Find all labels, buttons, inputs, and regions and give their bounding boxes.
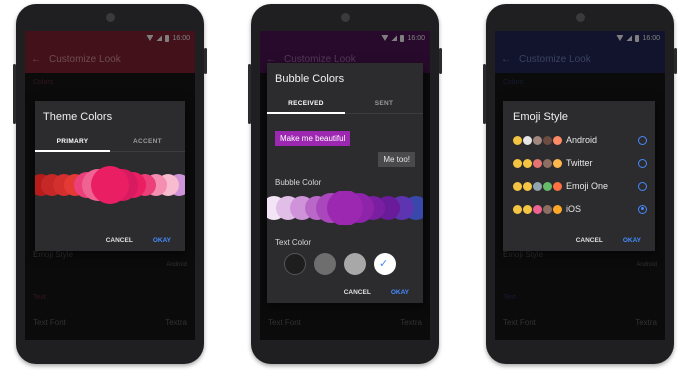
received-message-bubble: Make me beautiful xyxy=(275,131,351,146)
color-swatch[interactable] xyxy=(91,166,129,204)
theme-tabs: PRIMARY ACCENT xyxy=(35,132,185,152)
bubble-tabs: RECEIVED SENT xyxy=(267,94,423,114)
power-button xyxy=(204,48,207,74)
emoji-option-0[interactable]: Android xyxy=(513,131,647,149)
cancel-button[interactable]: CANCEL xyxy=(576,237,603,244)
cancel-button[interactable]: CANCEL xyxy=(344,289,371,296)
emoji-option-3[interactable]: iOS xyxy=(513,200,647,218)
radio-button[interactable] xyxy=(638,135,647,145)
screen: 16:00 ← Customize Look Text Text Font Te… xyxy=(260,31,430,340)
checkmark-icon: ✓ xyxy=(379,258,389,270)
front-camera xyxy=(576,13,585,22)
radio-button[interactable] xyxy=(638,158,647,168)
emoji-style-dialog: Emoji Style Android Twitter Emoji One iOS C… xyxy=(503,101,655,251)
text-color-light-gray[interactable] xyxy=(344,253,366,275)
text-color-label: Text Color xyxy=(275,238,312,247)
emoji-option-label: Android xyxy=(566,135,598,145)
emoji-option-1[interactable]: Twitter xyxy=(513,154,647,172)
emoji-icon xyxy=(543,158,552,168)
emoji-icon xyxy=(523,181,532,191)
volume-button xyxy=(248,64,251,124)
okay-button[interactable]: OKAY xyxy=(623,237,641,244)
dialog-title: Emoji Style xyxy=(513,111,569,123)
emoji-option-label: Twitter xyxy=(566,158,593,168)
front-camera xyxy=(106,13,115,22)
phone-theme-colors: 16:00 ← Customize Look Colors Emoji Styl… xyxy=(13,4,207,364)
screen: 16:00 ← Customize Look Colors Emoji Styl… xyxy=(25,31,195,340)
tab-primary[interactable]: PRIMARY xyxy=(35,132,110,151)
radio-button[interactable] xyxy=(638,204,647,214)
dialog-actions: CANCEL OKAY xyxy=(344,289,423,303)
emoji-icon xyxy=(553,181,562,191)
sent-message-bubble: Me too! xyxy=(378,152,415,167)
emoji-icon xyxy=(553,135,562,145)
front-camera xyxy=(341,13,350,22)
emoji-icon xyxy=(513,204,522,214)
color-swatch[interactable] xyxy=(327,191,363,225)
emoji-icon xyxy=(533,204,542,214)
dialog-actions: CANCEL OKAY xyxy=(106,237,185,251)
emoji-icon xyxy=(543,204,552,214)
emoji-preview-icons xyxy=(513,158,562,168)
emoji-icon xyxy=(533,158,542,168)
emoji-icon xyxy=(513,135,522,145)
cancel-button[interactable]: CANCEL xyxy=(106,237,133,244)
tab-sent[interactable]: SENT xyxy=(345,94,423,113)
dialog-title: Theme Colors xyxy=(43,111,113,123)
dialog-actions: CANCEL OKAY xyxy=(576,237,655,251)
screenshot-stage: 16:00 ← Customize Look Colors Emoji Styl… xyxy=(0,0,690,371)
emoji-icon xyxy=(523,135,532,145)
bubble-colors-dialog: Bubble Colors RECEIVED SENT Make me beau… xyxy=(267,63,423,303)
emoji-icon xyxy=(523,158,532,168)
emoji-preview-icons xyxy=(513,204,562,214)
color-swatch-strip[interactable] xyxy=(35,166,185,204)
theme-colors-dialog: Theme Colors PRIMARY ACCENT CANCEL OKAY xyxy=(35,101,185,251)
tab-accent[interactable]: ACCENT xyxy=(110,132,185,151)
volume-button xyxy=(13,64,16,124)
bubble-color-swatch-strip[interactable] xyxy=(267,191,423,225)
okay-button[interactable]: OKAY xyxy=(391,289,409,296)
screen: 16:00 ← Customize Look Colors Emoji Styl… xyxy=(495,31,665,340)
bubble-color-label: Bubble Color xyxy=(275,178,322,187)
radio-button[interactable] xyxy=(638,181,647,191)
emoji-preview-icons xyxy=(513,135,562,145)
emoji-icon xyxy=(523,204,532,214)
emoji-icon xyxy=(553,204,562,214)
tab-indicator xyxy=(35,150,110,152)
tab-indicator xyxy=(267,112,345,114)
phone-bubble-colors: 16:00 ← Customize Look Text Text Font Te… xyxy=(248,4,442,364)
emoji-option-2[interactable]: Emoji One xyxy=(513,177,647,195)
emoji-icon xyxy=(543,135,552,145)
emoji-option-label: iOS xyxy=(566,204,582,214)
emoji-icon xyxy=(533,181,542,191)
emoji-icon xyxy=(543,181,552,191)
emoji-icon xyxy=(513,158,522,168)
emoji-preview-icons xyxy=(513,181,562,191)
text-color-white[interactable]: ✓ xyxy=(374,253,396,275)
text-color-black[interactable] xyxy=(284,253,306,275)
phone-emoji-style: 16:00 ← Customize Look Colors Emoji Styl… xyxy=(483,4,677,364)
emoji-option-label: Emoji One xyxy=(566,181,609,191)
power-button xyxy=(674,48,677,74)
power-button xyxy=(439,48,442,74)
text-color-dark-gray[interactable] xyxy=(314,253,336,275)
tab-received[interactable]: RECEIVED xyxy=(267,94,345,113)
emoji-icon xyxy=(533,135,542,145)
dialog-title: Bubble Colors xyxy=(275,73,345,85)
emoji-icon xyxy=(553,158,562,168)
okay-button[interactable]: OKAY xyxy=(153,237,171,244)
emoji-icon xyxy=(513,181,522,191)
volume-button xyxy=(483,64,486,124)
